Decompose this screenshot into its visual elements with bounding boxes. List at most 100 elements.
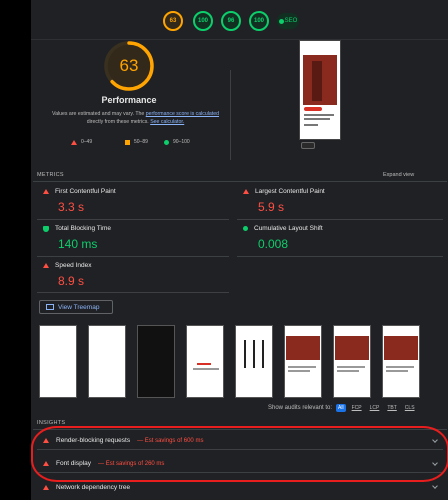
filmstrip-text [337, 366, 365, 368]
see-calculator-link[interactable]: See calculator. [150, 119, 184, 125]
pwa-label: SEO [284, 18, 298, 24]
filmstrip-frame [186, 325, 224, 398]
metrics-header: METRICS [37, 172, 64, 178]
view-treemap-button[interactable]: View Treemap [39, 300, 113, 314]
filmstrip-image [335, 336, 369, 360]
desc-text: directly from these metrics. [86, 119, 151, 125]
expand-view-toggle[interactable]: Expand view [383, 172, 414, 178]
divider [33, 181, 447, 182]
screenshot-badge [304, 107, 322, 111]
legend-fail: 0–49 [71, 139, 92, 145]
fail-triangle-icon [43, 484, 49, 490]
accessibility-mini-gauge[interactable]: 100 [193, 11, 213, 31]
performance-score-link[interactable]: performance score is calculated [146, 111, 219, 117]
pwa-badge[interactable]: SEO [277, 13, 299, 29]
divider [230, 70, 231, 160]
metric-tbt-value: 140 ms [58, 237, 98, 251]
insight-render-blocking[interactable]: Render-blocking requests — Est savings o… [37, 432, 443, 450]
fail-triangle-icon [243, 189, 249, 194]
filmstrip-text [193, 368, 219, 370]
filmstrip-bar [244, 340, 246, 368]
filmstrip-frame [88, 325, 126, 398]
insight-title: Network dependency tree [56, 483, 131, 491]
metric-label: Speed Index [55, 262, 92, 269]
chevron-down-icon [432, 460, 438, 466]
filmstrip-text [288, 366, 316, 368]
legend-pass: 90–100 [164, 139, 190, 145]
metric-lcp-label: Largest Contentful Paint [243, 188, 325, 195]
insight-network-dependency[interactable]: Network dependency tree [37, 478, 443, 496]
divider [37, 219, 229, 220]
divider [33, 429, 447, 430]
pwa-dot-icon [278, 18, 284, 24]
pass-circle-icon [164, 139, 169, 145]
divider [237, 256, 443, 257]
filter-fcp[interactable]: FCP [350, 404, 364, 412]
filter-lcp[interactable]: LCP [368, 404, 382, 412]
fail-triangle-icon [43, 189, 49, 194]
seo-mini-gauge[interactable]: 100 [249, 11, 269, 31]
screenshot-text-line [304, 118, 330, 120]
metric-si-value: 8.9 s [58, 274, 85, 288]
performance-score: 63 [119, 56, 139, 75]
filmstrip-text [197, 363, 211, 365]
metric-label: Total Blocking Time [55, 225, 111, 232]
filmstrip-text [386, 366, 414, 368]
treemap-label: View Treemap [58, 303, 100, 311]
legend-average: 50–89 [125, 139, 148, 145]
metric-si-label: Speed Index [43, 262, 92, 269]
filter-tbt[interactable]: TBT [385, 404, 398, 412]
metric-fcp-value: 3.3 s [58, 200, 85, 214]
chevron-down-icon [432, 483, 438, 489]
fail-triangle-icon [43, 438, 49, 443]
filmstrip-frame [235, 325, 273, 398]
insight-savings: — Est savings of 600 ms [137, 437, 204, 444]
screenshot-hero-detail [312, 61, 322, 101]
legend-range: 50–89 [134, 139, 148, 145]
audits-filter: Show audits relevant to: All FCP LCP TBT… [268, 404, 417, 412]
fail-triangle-icon [71, 139, 77, 145]
metric-label: Cumulative Layout Shift [254, 225, 323, 232]
screenshot-view-button[interactable] [301, 142, 315, 149]
chevron-down-icon [432, 437, 438, 443]
metric-fcp-label: First Contentful Paint [43, 188, 116, 195]
filmstrip-frame [39, 325, 77, 398]
performance-description: Values are estimated and may vary. The p… [48, 110, 223, 126]
metric-label: First Contentful Paint [55, 188, 116, 195]
mini-gauge-score: 63 [169, 18, 177, 24]
filmstrip-frame [284, 325, 322, 398]
screenshot-text-line [304, 114, 334, 116]
filmstrip-frame [137, 325, 175, 398]
insights-header: INSIGHTS [37, 420, 66, 426]
desc-text: Values are estimated and may vary. The [52, 111, 146, 117]
performance-mini-gauge[interactable]: 63 [163, 11, 183, 31]
legend-range: 0–49 [81, 139, 93, 145]
best-practices-mini-gauge[interactable]: 96 [221, 11, 241, 31]
insight-title: Render-blocking requests [56, 437, 131, 444]
performance-title: Performance [101, 95, 157, 105]
screenshot-text-line [304, 124, 318, 126]
divider [37, 256, 229, 257]
divider [37, 292, 229, 293]
filter-cls[interactable]: CLS [403, 404, 417, 412]
score-bar: 63 100 96 100 SEO [31, 0, 448, 40]
pass-shield-icon [43, 225, 49, 232]
filter-all[interactable]: All [336, 404, 346, 412]
insight-font-display[interactable]: Font display — Est savings of 260 ms [37, 455, 443, 473]
metric-lcp-value: 5.9 s [258, 200, 285, 214]
filmstrip-text [386, 370, 408, 372]
mini-gauge-score: 96 [227, 18, 235, 24]
filmstrip-bar [253, 340, 255, 368]
insight-savings: — Est savings of 260 ms [98, 460, 165, 467]
average-square-icon [125, 139, 130, 145]
lighthouse-report: 63 100 96 100 SEO 63 Performance Values … [31, 0, 448, 500]
filmstrip-image [286, 336, 320, 360]
metric-tbt-label: Total Blocking Time [43, 225, 111, 232]
mini-gauge-score: 100 [253, 18, 264, 24]
metric-cls-label: Cumulative Layout Shift [243, 225, 323, 232]
metric-cls-value: 0.008 [258, 237, 289, 251]
filmstrip-bar [262, 340, 264, 368]
final-screenshot[interactable] [299, 40, 341, 140]
divider [237, 219, 443, 220]
metric-label: Largest Contentful Paint [255, 188, 325, 195]
